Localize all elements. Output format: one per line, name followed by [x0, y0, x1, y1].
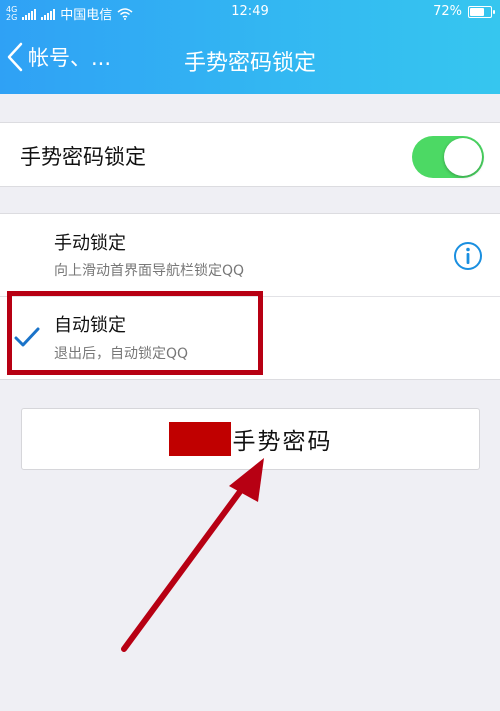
- gesture-password-button[interactable]: 手势密码: [21, 408, 480, 470]
- toggle-knob: [444, 138, 482, 176]
- page-title: 手势密码锁定: [183, 51, 316, 76]
- app-header: 4G 2G 中国电信 12:49 72% 帐号、... 手势密码锁定: [0, 0, 500, 94]
- option-subtitle: 向上滑动首界面导航栏锁定QQ: [54, 263, 245, 279]
- gesture-lock-toggle[interactable]: [412, 136, 484, 178]
- option-manual-lock[interactable]: 手动锁定 向上滑动首界面导航栏锁定QQ: [0, 214, 500, 297]
- status-right: 72%: [433, 4, 495, 19]
- battery-percent: 72%: [433, 4, 462, 19]
- option-title: 手动锁定: [54, 233, 126, 254]
- redaction-block: [168, 422, 231, 456]
- info-icon[interactable]: [453, 241, 483, 271]
- battery-fill: [470, 7, 484, 16]
- gesture-lock-label: 手势密码锁定: [20, 145, 146, 169]
- gesture-password-label: 手势密码: [232, 429, 333, 455]
- gesture-lock-row: 手势密码锁定: [0, 122, 500, 187]
- status-time: 12:49: [231, 4, 269, 19]
- battery-icon: [468, 5, 495, 18]
- annotation-highlight-box: [7, 291, 263, 375]
- status-bar: 4G 2G 中国电信 12:49 72%: [0, 0, 500, 26]
